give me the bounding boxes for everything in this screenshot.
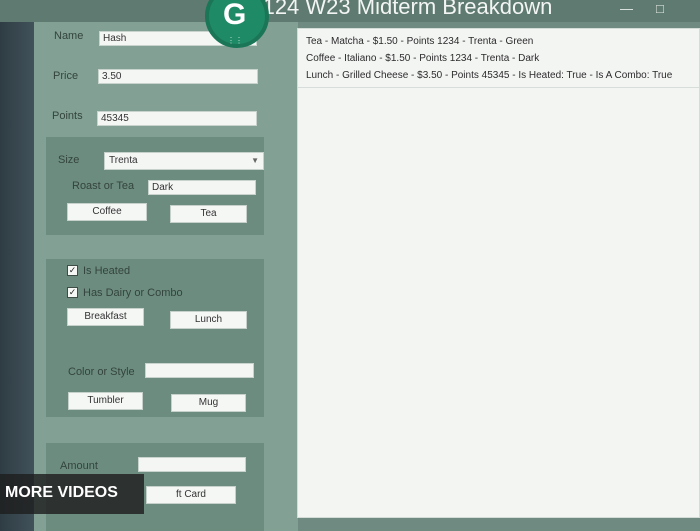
more-videos-overlay[interactable]: MORE VIDEOS — [0, 474, 144, 514]
list-item[interactable]: Coffee - Italiano - $1.50 - Points 1234 … — [306, 53, 539, 64]
lunch-panel: ✓ Is Heated ✓ Has Dairy or Combo Breakfa… — [46, 259, 264, 355]
merch-panel: Color or Style Tumbler Mug — [46, 347, 264, 417]
amount-label: Amount — [60, 460, 98, 472]
coffee-button[interactable]: Coffee — [67, 203, 147, 221]
tumbler-button[interactable]: Tumbler — [68, 392, 143, 410]
tea-button[interactable]: Tea — [170, 205, 247, 223]
g-glyph-icon: G — [223, 0, 247, 31]
price-input[interactable]: 3.50 — [98, 69, 258, 84]
giftcard-button[interactable]: ft Card — [146, 486, 236, 504]
price-label: Price — [53, 70, 79, 82]
points-input[interactable]: 45345 — [97, 111, 257, 126]
drink-panel: Size Trenta ▼ Roast or Tea Dark Coffee T… — [46, 137, 264, 235]
desktop-background — [0, 22, 34, 531]
heated-checkbox[interactable]: ✓ — [67, 265, 78, 276]
heated-label: Is Heated — [83, 265, 131, 277]
list-item[interactable]: Lunch - Grilled Cheese - $3.50 - Points … — [306, 70, 672, 81]
size-label: Size — [58, 154, 80, 166]
size-select[interactable]: Trenta ▼ — [104, 152, 264, 170]
title-bar: Prog 124 W23 Midterm Breakdown — □ — [0, 0, 700, 22]
amount-input[interactable] — [138, 457, 246, 472]
combo-checkbox[interactable]: ✓ — [67, 287, 78, 298]
points-label: Points — [52, 110, 83, 122]
minimize-icon[interactable]: — — [620, 1, 633, 16]
list-item[interactable]: Tea - Matcha - $1.50 - Points 1234 - Tre… — [306, 36, 533, 47]
order-list[interactable]: Tea - Matcha - $1.50 - Points 1234 - Tre… — [297, 28, 700, 518]
name-label: Name — [54, 30, 84, 42]
lunch-button[interactable]: Lunch — [170, 311, 247, 329]
mug-button[interactable]: Mug — [171, 394, 246, 412]
size-selected: Trenta — [109, 155, 138, 166]
chevron-down-icon: ▼ — [251, 156, 259, 165]
roast-label: Roast or Tea — [72, 180, 135, 192]
color-style-label: Color or Style — [68, 366, 135, 378]
breakfast-button[interactable]: Breakfast — [67, 308, 144, 326]
roast-input[interactable]: Dark — [148, 180, 256, 195]
grip-dots-icon: ⋮⋮ — [227, 36, 243, 45]
color-style-input[interactable] — [145, 363, 254, 378]
list-divider — [298, 87, 699, 88]
order-form: Name Hash Price 3.50 Points 45345 Size T… — [34, 22, 298, 531]
more-videos-label: MORE VIDEOS — [5, 484, 118, 501]
maximize-icon[interactable]: □ — [656, 1, 664, 16]
combo-label: Has Dairy or Combo — [83, 287, 183, 299]
